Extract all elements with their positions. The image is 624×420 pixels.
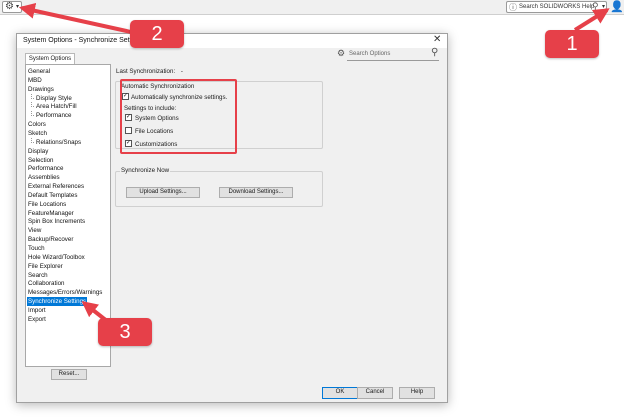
arrow-2 <box>18 2 141 36</box>
callout-badge-2: 2 <box>130 20 184 48</box>
callout-badge-3: 3 <box>98 318 152 346</box>
callout-badge-1: 1 <box>545 30 599 58</box>
callout-arrows <box>18 2 610 327</box>
arrow-1 <box>573 8 610 32</box>
